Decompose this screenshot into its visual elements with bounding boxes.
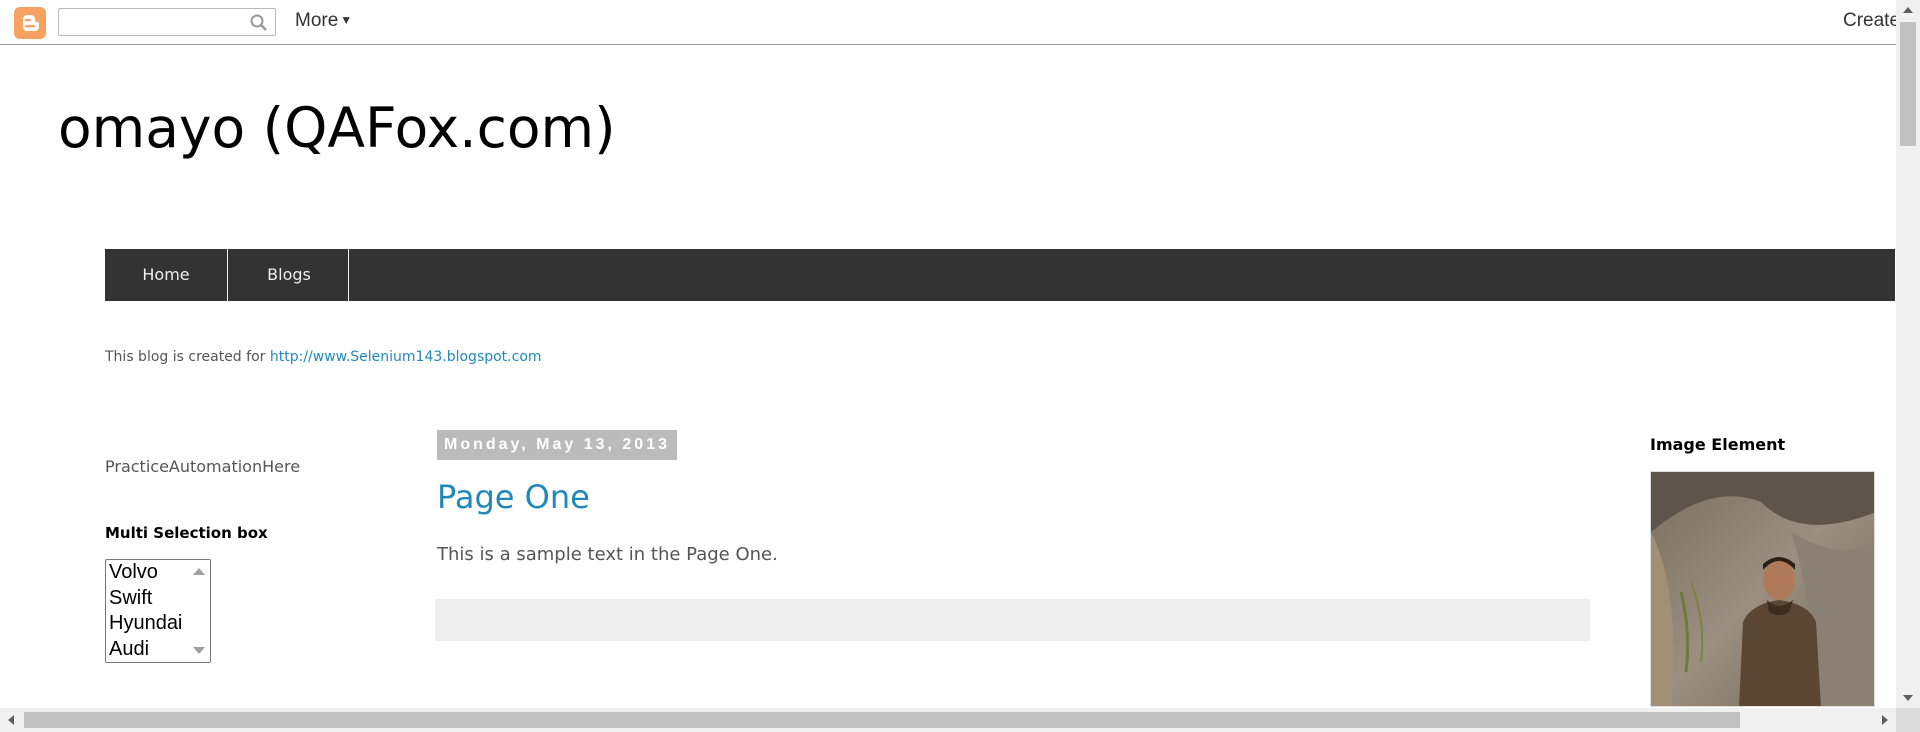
scroll-up-arrow-icon[interactable] bbox=[193, 568, 205, 575]
scroll-up-icon[interactable] bbox=[1903, 7, 1913, 13]
blogger-logo-icon[interactable] bbox=[14, 7, 46, 39]
listbox-scrollbar[interactable] bbox=[189, 560, 210, 662]
option-volvo[interactable]: Volvo bbox=[106, 560, 190, 586]
post-footer bbox=[435, 599, 1590, 641]
description-text: This blog is created for bbox=[105, 349, 270, 365]
post-body: This is a sample text in the Page One. bbox=[437, 544, 778, 565]
vertical-scrollbar[interactable] bbox=[1896, 0, 1920, 708]
post-title[interactable]: Page One bbox=[437, 478, 590, 516]
scroll-right-icon[interactable] bbox=[1882, 715, 1888, 725]
option-swift[interactable]: Swift bbox=[106, 586, 190, 612]
blog-title[interactable]: omayo (QAFox.com) bbox=[58, 96, 616, 160]
page-tabs: Home Blogs bbox=[105, 249, 1895, 301]
create-blog-link[interactable]: Create bbox=[1843, 10, 1900, 32]
vertical-scroll-thumb[interactable] bbox=[1900, 22, 1916, 146]
horizontal-scroll-thumb[interactable] bbox=[24, 712, 1740, 728]
scroll-down-icon[interactable] bbox=[1903, 695, 1913, 701]
multi-select-title: Multi Selection box bbox=[105, 524, 268, 542]
profile-photo bbox=[1650, 471, 1875, 707]
selenium-blog-link[interactable]: http://www.Selenium143.blogspot.com bbox=[270, 349, 542, 365]
scroll-left-icon[interactable] bbox=[8, 715, 14, 725]
option-audi[interactable]: Audi bbox=[106, 637, 190, 663]
search-icon[interactable] bbox=[249, 13, 269, 37]
tab-home[interactable]: Home bbox=[105, 249, 228, 301]
more-label: More bbox=[295, 10, 339, 31]
post-date-header: Monday, May 13, 2013 bbox=[437, 430, 677, 460]
scrollbar-corner bbox=[1896, 708, 1920, 732]
more-button[interactable]: More ▼ bbox=[295, 10, 352, 32]
multi-select-listbox[interactable]: Volvo Swift Hyundai Audi bbox=[105, 559, 211, 663]
navbar-search-box bbox=[58, 8, 276, 36]
navbar-search-input[interactable] bbox=[65, 10, 249, 36]
blog-description: This blog is created for http://www.Sele… bbox=[105, 349, 542, 365]
image-element-title: Image Element bbox=[1650, 435, 1786, 454]
horizontal-scrollbar[interactable] bbox=[0, 708, 1896, 732]
practice-text: PracticeAutomationHere bbox=[105, 457, 301, 476]
caret-down-icon: ▼ bbox=[340, 13, 353, 27]
scroll-down-arrow-icon[interactable] bbox=[193, 647, 205, 654]
tab-blogs[interactable]: Blogs bbox=[230, 249, 349, 301]
blogger-navbar: More ▼ Create bbox=[0, 0, 1920, 45]
option-hyundai[interactable]: Hyundai bbox=[106, 611, 190, 637]
